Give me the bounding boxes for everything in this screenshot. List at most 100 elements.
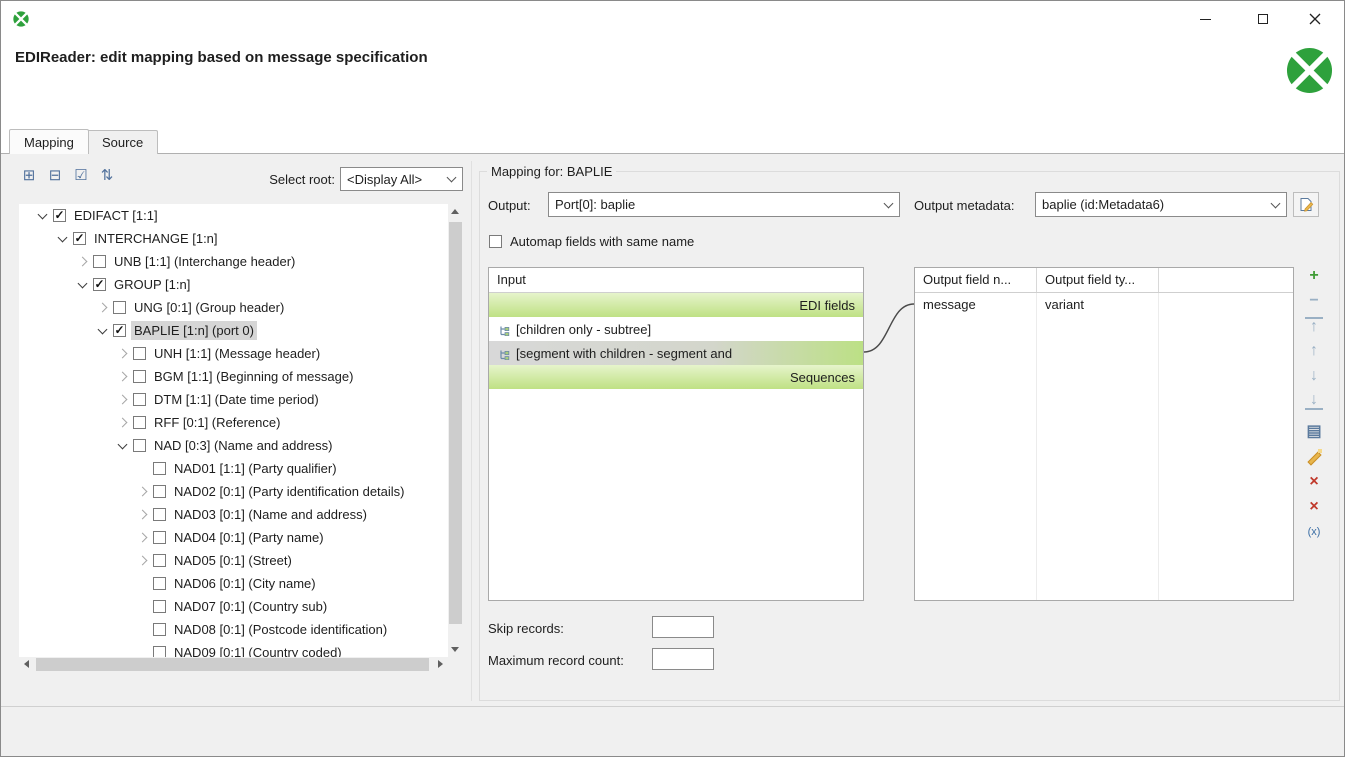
clear-mapping-icon[interactable]: ×	[1305, 473, 1323, 491]
tree-item-checkbox[interactable]	[153, 462, 166, 475]
vertical-scrollbar-thumb[interactable]	[449, 222, 462, 624]
tree-item-checkbox[interactable]	[93, 255, 106, 268]
minimize-button[interactable]	[1182, 1, 1228, 37]
tree-item[interactable]: ✓GROUP [1:n]	[19, 273, 448, 296]
scroll-up-icon[interactable]	[451, 209, 459, 214]
tree-item-label: DTM [1:1] (Date time period)	[151, 390, 322, 409]
move-down-icon[interactable]: ↓	[1305, 367, 1323, 385]
chevron-right-icon[interactable]	[95, 300, 111, 316]
tree-item[interactable]: NAD06 [0:1] (City name)	[19, 572, 448, 595]
output-field-row[interactable]: messagevariant	[915, 293, 1293, 317]
horizontal-scrollbar-thumb[interactable]	[36, 658, 429, 671]
input-group-row[interactable]: Sequences	[489, 365, 863, 389]
chevron-right-icon[interactable]	[135, 530, 151, 546]
tree-item-checkbox[interactable]	[133, 370, 146, 383]
edit-metadata-button[interactable]	[1293, 192, 1319, 217]
tree-item-checkbox[interactable]	[133, 416, 146, 429]
tree-item[interactable]: NAD07 [0:1] (Country sub)	[19, 595, 448, 618]
tab-source[interactable]: Source	[87, 130, 158, 154]
scroll-right-icon[interactable]	[438, 660, 443, 668]
tree-item[interactable]: ✓INTERCHANGE [1:n]	[19, 227, 448, 250]
tree-item[interactable]: NAD09 [0:1] (Country coded)	[19, 641, 448, 657]
horizontal-scrollbar[interactable]	[19, 657, 448, 672]
tree-item[interactable]: ✓EDIFACT [1:1]	[19, 204, 448, 227]
paste-fields-icon[interactable]: ▤	[1305, 423, 1323, 441]
tree-item-checkbox[interactable]: ✓	[93, 278, 106, 291]
chevron-down-icon[interactable]	[35, 208, 51, 224]
edit-metadata-icon	[1299, 197, 1314, 212]
input-field-list: EDI fields[children only - subtree][segm…	[489, 293, 863, 389]
tree-item-checkbox[interactable]: ✓	[113, 324, 126, 337]
collapse-all-icon[interactable]: ⊟	[45, 167, 65, 185]
chevron-down-icon[interactable]	[75, 277, 91, 293]
move-first-icon[interactable]: ↑	[1305, 317, 1323, 335]
tree-item-checkbox[interactable]	[153, 508, 166, 521]
auto-map-icon[interactable]	[1305, 448, 1323, 466]
chevron-right-icon[interactable]	[115, 369, 131, 385]
tree-item-checkbox[interactable]	[153, 646, 166, 657]
output-column-type[interactable]: Output field ty...	[1037, 268, 1159, 292]
tree-item-checkbox[interactable]	[113, 301, 126, 314]
chevron-right-icon[interactable]	[135, 484, 151, 500]
chevron-down-icon[interactable]	[95, 323, 111, 339]
close-button[interactable]	[1292, 1, 1338, 37]
tree-item-checkbox[interactable]	[153, 485, 166, 498]
output-metadata-dropdown[interactable]: baplie (id:Metadata6)	[1035, 192, 1287, 217]
input-field-row[interactable]: [segment with children - segment and	[489, 341, 863, 365]
check-subtree-icon[interactable]: ☑	[71, 167, 91, 185]
sort-icon[interactable]: ⇅	[97, 167, 117, 185]
chevron-right-icon[interactable]	[115, 392, 131, 408]
tree-item[interactable]: NAD [0:3] (Name and address)	[19, 434, 448, 457]
tree-item-checkbox[interactable]	[133, 347, 146, 360]
move-up-icon[interactable]: ↑	[1305, 342, 1323, 360]
tree-item[interactable]: RFF [0:1] (Reference)	[19, 411, 448, 434]
move-last-icon[interactable]: ↓	[1305, 392, 1323, 410]
tree-item-checkbox[interactable]	[153, 577, 166, 590]
chevron-right-icon[interactable]	[115, 415, 131, 431]
tree-item-checkbox[interactable]	[153, 623, 166, 636]
remove-field-icon[interactable]: −	[1305, 292, 1323, 310]
chevron-down-icon[interactable]	[55, 231, 71, 247]
tree-item[interactable]: UNH [1:1] (Message header)	[19, 342, 448, 365]
tree-item[interactable]: UNB [1:1] (Interchange header)	[19, 250, 448, 273]
input-group-row[interactable]: EDI fields	[489, 293, 863, 317]
tree-item[interactable]: DTM [1:1] (Date time period)	[19, 388, 448, 411]
tree-item[interactable]: NAD01 [1:1] (Party qualifier)	[19, 457, 448, 480]
output-dropdown[interactable]: Port[0]: baplie	[548, 192, 900, 217]
chevron-right-icon[interactable]	[135, 553, 151, 569]
tree-item[interactable]: NAD05 [0:1] (Street)	[19, 549, 448, 572]
expand-all-icon[interactable]: ⊞	[19, 167, 39, 185]
chevron-right-icon[interactable]	[135, 507, 151, 523]
tree-item-checkbox[interactable]	[133, 393, 146, 406]
tree-item-checkbox[interactable]	[153, 531, 166, 544]
chevron-right-icon[interactable]	[115, 346, 131, 362]
select-root-dropdown[interactable]: <Display All>	[340, 167, 463, 191]
automap-checkbox[interactable]	[489, 235, 502, 248]
chevron-right-icon[interactable]	[75, 254, 91, 270]
clear-all-mappings-icon[interactable]: ×	[1305, 498, 1323, 516]
tree-item[interactable]: NAD03 [0:1] (Name and address)	[19, 503, 448, 526]
add-field-icon[interactable]: +	[1305, 267, 1323, 285]
scroll-down-icon[interactable]	[451, 647, 459, 652]
tree-item[interactable]: BGM [1:1] (Beginning of message)	[19, 365, 448, 388]
maximize-button[interactable]	[1240, 1, 1286, 37]
tab-mapping[interactable]: Mapping	[9, 129, 89, 154]
tree-item-checkbox[interactable]	[153, 554, 166, 567]
vertical-scrollbar[interactable]	[448, 204, 463, 657]
max-record-count-input[interactable]	[652, 648, 714, 670]
tree-item[interactable]: NAD08 [0:1] (Postcode identification)	[19, 618, 448, 641]
output-column-name[interactable]: Output field n...	[915, 268, 1037, 292]
tree-item-checkbox[interactable]: ✓	[73, 232, 86, 245]
scroll-left-icon[interactable]	[24, 660, 29, 668]
chevron-down-icon[interactable]	[115, 438, 131, 454]
tree-item[interactable]: ✓BAPLIE [1:n] (port 0)	[19, 319, 448, 342]
input-field-row[interactable]: [children only - subtree]	[489, 317, 863, 341]
tree-item[interactable]: UNG [0:1] (Group header)	[19, 296, 448, 319]
tree-item-checkbox[interactable]	[133, 439, 146, 452]
tree-item-checkbox[interactable]	[153, 600, 166, 613]
tree-item-checkbox[interactable]: ✓	[53, 209, 66, 222]
tree-item[interactable]: NAD02 [0:1] (Party identification detail…	[19, 480, 448, 503]
tree-item[interactable]: NAD04 [0:1] (Party name)	[19, 526, 448, 549]
skip-records-input[interactable]	[652, 616, 714, 638]
edit-expression-icon[interactable]: (x)	[1305, 523, 1323, 541]
